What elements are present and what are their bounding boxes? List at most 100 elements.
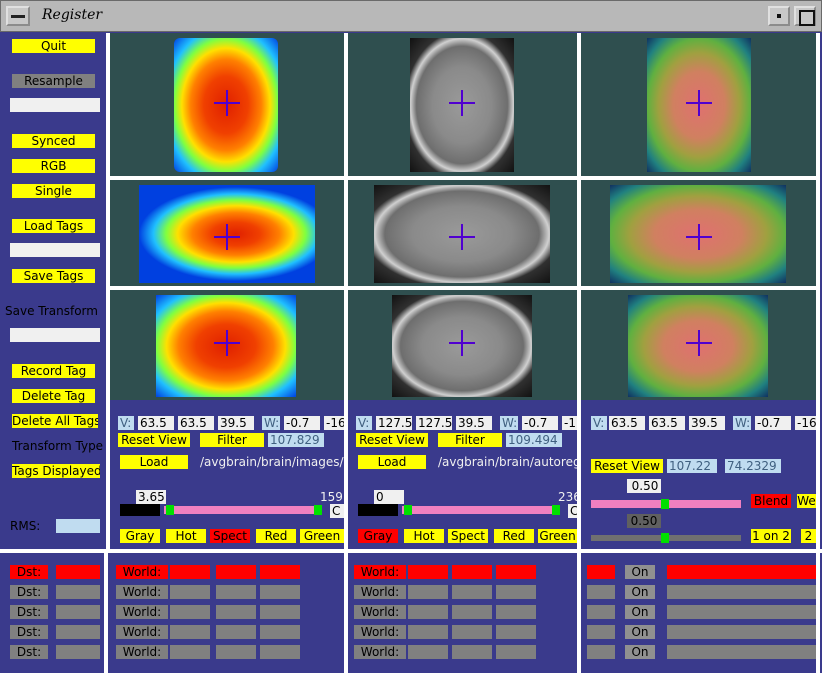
range-slider[interactable] [164,506,320,514]
one-on-two-button[interactable]: 1 on 2 [751,529,791,543]
tag-world-label[interactable]: World: [116,625,168,639]
blend-slider2-thumb[interactable] [661,533,669,543]
colormap-gray-button[interactable]: Gray [120,529,160,543]
tag-dst-value[interactable] [56,605,100,619]
tag-world-label[interactable]: World: [354,565,406,579]
world-x-field[interactable]: -0.7 [522,416,558,430]
transform-type-menu[interactable]: Transform Type [12,439,103,453]
vol1-transverse-view[interactable] [110,33,344,176]
tag-name-field[interactable] [667,565,816,579]
colormap-gray-button[interactable]: Gray [358,529,398,543]
reset-view-button[interactable]: Reset View [356,433,428,447]
tag-world-x[interactable] [408,585,448,599]
colormap-green-button[interactable]: Green [300,529,344,543]
tag-dst-value[interactable] [56,565,100,579]
tag-world-label[interactable]: World: [116,645,168,659]
tag-world-z[interactable] [496,605,536,619]
blend-button[interactable]: Blend [751,494,791,508]
tag-world-z[interactable] [496,625,536,639]
tag-world-y[interactable] [452,625,492,639]
tag-on-toggle[interactable]: On [625,645,655,659]
tag-world-label[interactable]: World: [354,645,406,659]
record-tag-button[interactable]: Record Tag [12,364,95,378]
tag-world-y[interactable] [216,625,256,639]
voxel-y-field[interactable]: 127.5 [416,416,452,430]
vol1-coronal-view[interactable] [110,290,344,400]
tag-on-toggle[interactable]: On [625,625,655,639]
voxel-y-field[interactable]: 63.5 [178,416,214,430]
tag-world-label[interactable]: World: [354,625,406,639]
vol1-sagittal-view[interactable] [110,180,344,286]
vol2-transverse-view[interactable] [348,33,577,176]
blend-slider1-thumb[interactable] [661,499,669,509]
tag-dst-label[interactable]: Dst: [10,565,48,579]
world-x-field[interactable]: -0.7 [284,416,320,430]
two-on-one-button[interactable]: 2 [801,529,816,543]
range-max-thumb[interactable] [552,505,560,515]
world-x-field[interactable]: -0.7 [755,416,791,430]
tag-world-label[interactable]: World: [116,585,168,599]
tag-on-toggle[interactable]: On [625,565,655,579]
tag-world-x[interactable] [170,585,210,599]
tag-select[interactable] [587,585,615,599]
colormap-hot-button[interactable]: Hot [404,529,444,543]
single-button[interactable]: Single [12,184,95,198]
tag-world-z[interactable] [260,585,300,599]
resample-field[interactable] [10,98,100,112]
load-button[interactable]: Load [358,455,426,469]
filter-button[interactable]: Filter [438,433,502,447]
range-max-thumb[interactable] [314,505,322,515]
tag-world-label[interactable]: World: [354,585,406,599]
tag-dst-value[interactable] [56,585,100,599]
tag-select[interactable] [587,565,615,579]
range-c-field[interactable]: C [330,504,344,518]
rgb-button[interactable]: RGB [12,159,95,173]
tags-displayed-button[interactable]: Tags Displayed [12,464,100,478]
tag-world-label[interactable]: World: [116,605,168,619]
tag-world-y[interactable] [452,565,492,579]
voxel-z-field[interactable]: 39.5 [689,416,725,430]
tag-world-z[interactable] [496,645,536,659]
load-tags-button[interactable]: Load Tags [12,219,95,233]
tag-world-y[interactable] [452,605,492,619]
range-min-thumb[interactable] [404,505,412,515]
tag-world-z[interactable] [260,645,300,659]
tag-dst-value[interactable] [56,645,100,659]
tag-select[interactable] [587,625,615,639]
minimize-icon[interactable] [768,6,790,26]
load-button[interactable]: Load [120,455,188,469]
tag-world-z[interactable] [260,605,300,619]
tag-world-x[interactable] [408,625,448,639]
range-c-field[interactable]: C [568,504,577,518]
voxel-x-field[interactable]: 63.5 [609,416,645,430]
reset-view-button[interactable]: Reset View [118,433,190,447]
maximize-icon[interactable] [794,6,816,26]
tag-name-field[interactable] [667,625,816,639]
tag-name-field[interactable] [667,645,816,659]
tag-world-label[interactable]: World: [354,605,406,619]
save-transform-field[interactable] [10,328,100,342]
vol2-sagittal-view[interactable] [348,180,577,286]
voxel-x-field[interactable]: 63.5 [138,416,174,430]
window-menu-icon[interactable] [6,6,30,26]
tag-world-x[interactable] [170,645,210,659]
tag-world-x[interactable] [170,565,210,579]
merged-coronal-view[interactable] [581,290,816,400]
tag-world-x[interactable] [408,645,448,659]
voxel-z-field[interactable]: 39.5 [456,416,492,430]
tag-world-y[interactable] [216,565,256,579]
world-y-field[interactable]: -16 [324,416,344,430]
tag-dst-label[interactable]: Dst: [10,585,48,599]
tag-world-y[interactable] [452,645,492,659]
range-slider[interactable] [402,506,558,514]
tag-world-label[interactable]: World: [116,565,168,579]
voxel-x-field[interactable]: 127.5 [376,416,412,430]
range-min-field[interactable]: 3.65 [136,490,166,504]
tag-dst-value[interactable] [56,625,100,639]
tag-dst-label[interactable]: Dst: [10,625,48,639]
delete-all-tags-button[interactable]: Delete All Tags [12,414,98,428]
colormap-red-button[interactable]: Red [494,529,534,543]
tag-world-y[interactable] [216,645,256,659]
range-min-field[interactable]: 0 [374,490,404,504]
save-transform-button[interactable]: Save Transform [5,304,98,318]
